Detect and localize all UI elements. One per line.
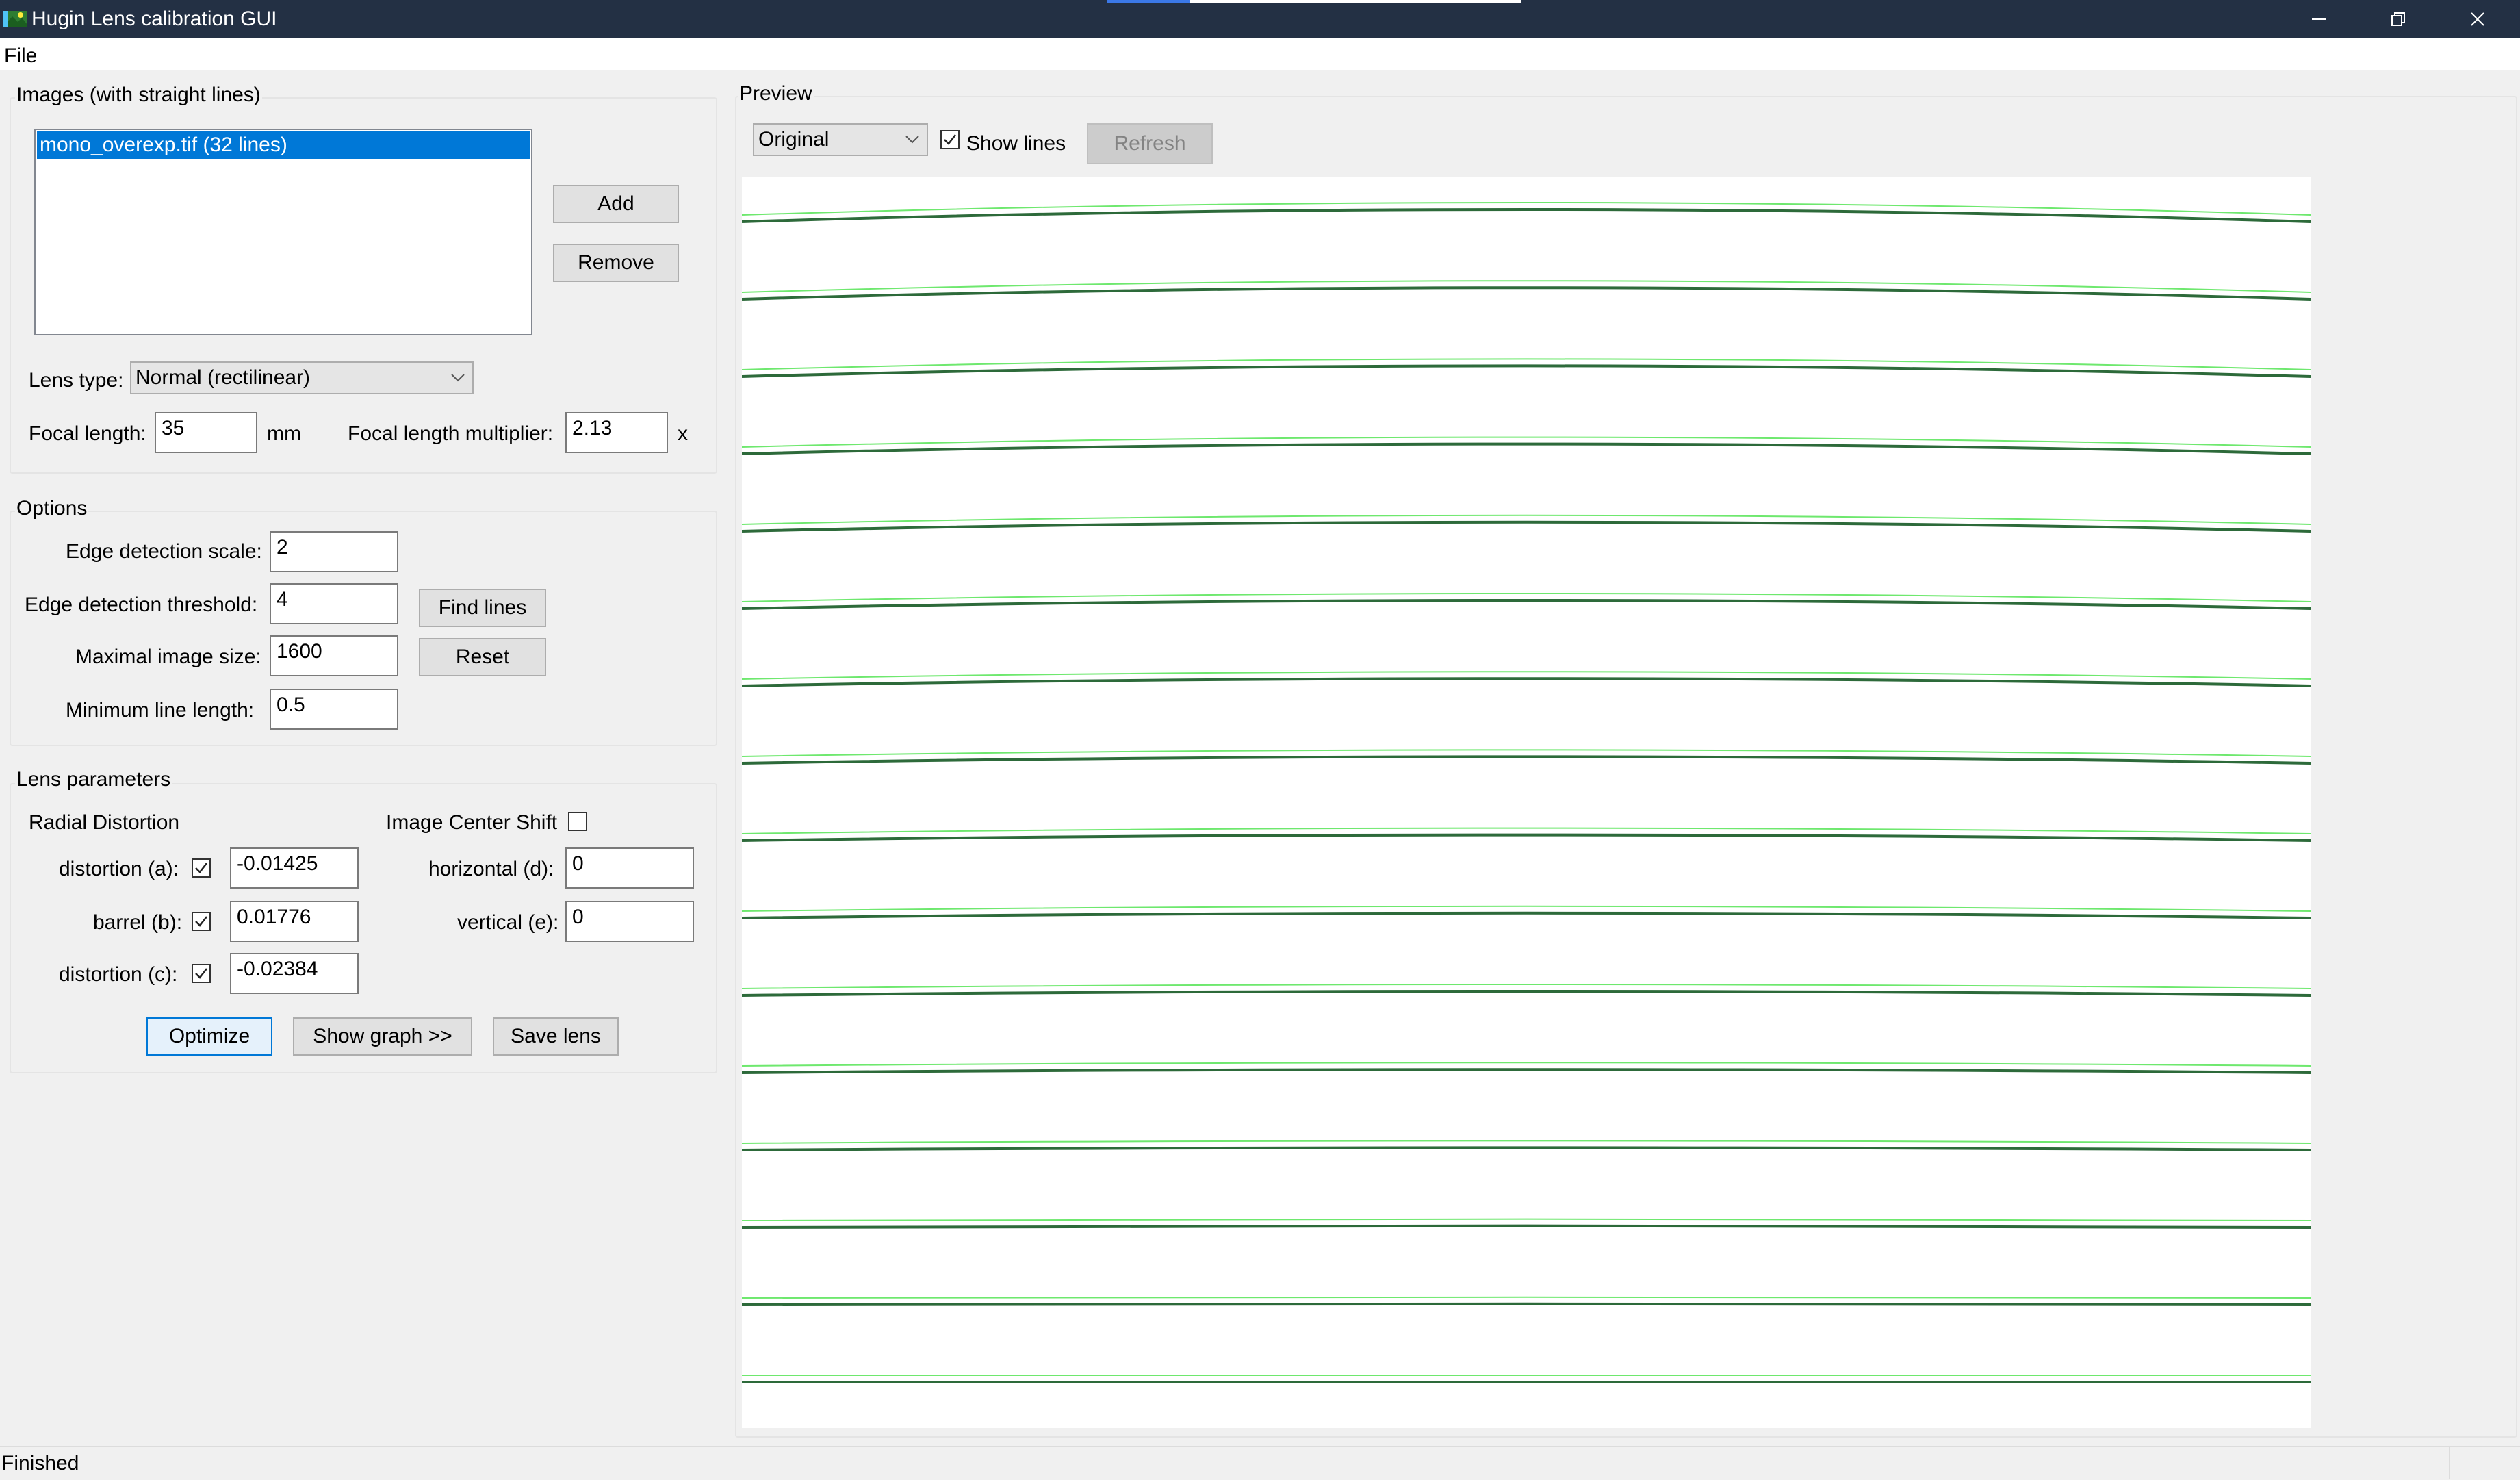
distortion-c-label: distortion (c): — [59, 963, 178, 986]
hugin-app-icon — [3, 11, 27, 27]
multiplier-field[interactable]: 2.13 — [565, 412, 668, 453]
image-list-item[interactable]: mono_overexp.tif (32 lines) — [37, 131, 530, 159]
show-graph-button[interactable]: Show graph >> — [293, 1017, 472, 1056]
distortion-c-checkbox[interactable] — [192, 964, 211, 983]
max-image-size-field[interactable]: 1600 — [270, 635, 398, 676]
edge-scale-label: Edge detection scale: — [66, 540, 262, 563]
horizontal-d-label: horizontal (d): — [428, 858, 554, 880]
minimize-icon — [2312, 18, 2326, 20]
close-button[interactable] — [2438, 0, 2517, 38]
reset-button[interactable]: Reset — [419, 638, 546, 676]
edge-threshold-label: Edge detection threshold: — [25, 594, 258, 616]
status-divider — [2449, 1447, 2450, 1479]
remove-image-button[interactable]: Remove — [553, 244, 679, 282]
add-image-button[interactable]: Add — [553, 185, 679, 223]
save-lens-button[interactable]: Save lens — [493, 1017, 619, 1056]
checkmark-icon — [195, 916, 207, 927]
barrel-b-checkbox[interactable] — [192, 912, 211, 931]
menu-file[interactable]: File — [4, 42, 37, 70]
window-title: Hugin Lens calibration GUI — [31, 8, 277, 30]
checkmark-icon — [195, 968, 207, 979]
horizontal-d-field[interactable]: 0 — [565, 847, 694, 889]
barrel-b-field[interactable]: 0.01776 — [230, 901, 359, 942]
distortion-a-label: distortion (a): — [59, 858, 179, 880]
refresh-button[interactable]: Refresh — [1087, 123, 1213, 164]
options-group-label: Options — [15, 497, 89, 520]
show-lines-label: Show lines — [966, 132, 1066, 155]
lens-type-label: Lens type: — [29, 369, 124, 392]
preview-group-label: Preview — [738, 82, 814, 105]
preview-mode-select[interactable]: Original — [753, 123, 928, 156]
lens-parameters-group-label: Lens parameters — [15, 768, 172, 791]
find-lines-button[interactable]: Find lines — [419, 589, 546, 627]
status-text: Finished — [1, 1452, 79, 1475]
focal-length-label: Focal length: — [29, 422, 146, 445]
lens-type-select[interactable]: Normal (rectilinear) — [130, 361, 474, 394]
barrel-b-label: barrel (b): — [93, 911, 183, 934]
menu-bar: File — [0, 38, 2520, 70]
focal-length-field[interactable]: 35 — [155, 412, 257, 453]
images-group-label: Images (with straight lines) — [15, 84, 262, 107]
optimize-button[interactable]: Optimize — [146, 1017, 272, 1056]
vertical-e-field[interactable]: 0 — [565, 901, 694, 942]
multiplier-label: Focal length multiplier: — [348, 422, 554, 445]
detected-line — [742, 1302, 2311, 1306]
vertical-e-label: vertical (e): — [457, 911, 559, 934]
distortion-c-field[interactable]: -0.02384 — [230, 953, 359, 994]
restore-button[interactable] — [2358, 0, 2438, 38]
min-line-length-field[interactable]: 0.5 — [270, 689, 398, 730]
max-image-size-label: Maximal image size: — [75, 646, 261, 668]
chevron-down-icon — [905, 125, 920, 155]
image-list[interactable]: mono_overexp.tif (32 lines) — [34, 129, 532, 335]
multiplier-unit: x — [678, 422, 688, 445]
close-icon — [2471, 12, 2484, 26]
edge-scale-field[interactable]: 2 — [270, 531, 398, 572]
center-shift-checkbox[interactable] — [568, 812, 587, 831]
restore-icon — [2391, 12, 2405, 26]
minimize-button[interactable] — [2279, 0, 2358, 38]
focal-length-unit: mm — [267, 422, 301, 445]
preview-mode-value: Original — [758, 128, 830, 151]
center-shift-label: Image Center Shift — [386, 811, 558, 834]
radial-distortion-label: Radial Distortion — [29, 811, 180, 834]
checkmark-icon — [944, 134, 956, 145]
show-lines-checkbox[interactable] — [940, 130, 960, 149]
chevron-down-icon — [450, 363, 465, 393]
edge-threshold-field[interactable]: 4 — [270, 583, 398, 624]
min-line-length-label: Minimum line length: — [66, 699, 255, 722]
distortion-a-checkbox[interactable] — [192, 858, 211, 878]
preview-image — [742, 177, 2311, 1428]
checkmark-icon — [195, 863, 207, 873]
status-bar: Finished — [0, 1446, 2520, 1480]
distortion-a-field[interactable]: -0.01425 — [230, 847, 359, 889]
lens-type-value: Normal (rectilinear) — [136, 366, 311, 389]
title-bar: Hugin Lens calibration GUI — [0, 0, 2520, 38]
title-bar-accent-highlight — [1107, 0, 1190, 3]
